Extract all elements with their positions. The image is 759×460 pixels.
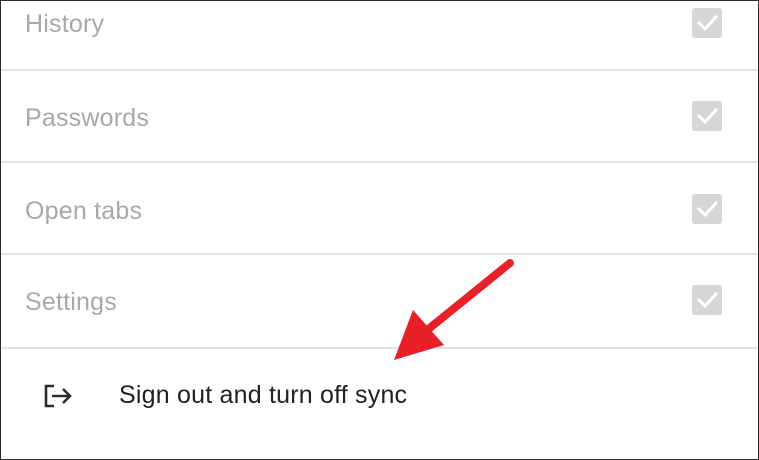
history-checkbox[interactable] bbox=[692, 8, 722, 38]
settings-checkbox[interactable] bbox=[692, 285, 722, 315]
sync-items-list: History Passwords Open tabs Settings bbox=[1, 1, 758, 349]
sync-item-passwords[interactable]: Passwords bbox=[1, 71, 758, 163]
checkmark-icon bbox=[696, 107, 718, 125]
checkmark-icon bbox=[696, 200, 718, 218]
sync-settings-screen: History Passwords Open tabs Settings Sig… bbox=[0, 0, 759, 460]
sync-item-label: Passwords bbox=[25, 104, 150, 132]
sync-item-label: Settings bbox=[25, 288, 117, 316]
sync-item-settings[interactable]: Settings bbox=[1, 255, 758, 349]
sync-item-history[interactable]: History bbox=[1, 1, 758, 71]
open-tabs-checkbox[interactable] bbox=[692, 194, 722, 224]
sign-out-icon bbox=[41, 381, 75, 411]
sync-item-open-tabs[interactable]: Open tabs bbox=[1, 163, 758, 255]
sync-item-label: Open tabs bbox=[25, 197, 143, 225]
checkmark-icon bbox=[696, 14, 718, 32]
checkmark-icon bbox=[696, 291, 718, 309]
sync-item-label: History bbox=[25, 10, 105, 38]
passwords-checkbox[interactable] bbox=[692, 101, 722, 131]
sign-out-label: Sign out and turn off sync bbox=[119, 381, 408, 409]
